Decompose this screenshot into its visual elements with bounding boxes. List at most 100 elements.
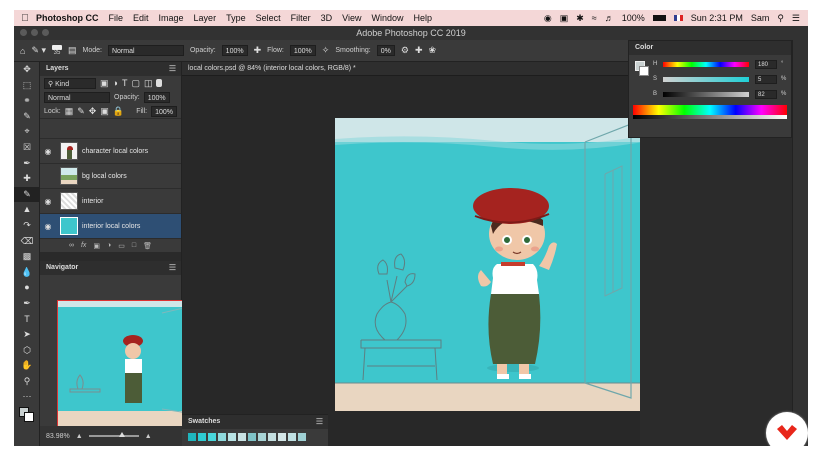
navigator-zoom-value[interactable]: 83.98% [46, 433, 70, 440]
zoom-tool-icon[interactable]: ⚲ [14, 374, 40, 390]
gradient-tool-icon[interactable]: ▩ [14, 249, 40, 265]
path-select-tool-icon[interactable]: ➤ [14, 327, 40, 343]
panel-menu-icon[interactable]: ☰ [316, 415, 323, 429]
zoom-in-icon[interactable]: ▲ [145, 433, 152, 440]
brush-settings-icon[interactable]: ▤ [68, 45, 77, 56]
swatch-color[interactable] [278, 433, 286, 441]
color-ramp-black-white[interactable] [633, 115, 787, 119]
visibility-eye-icon[interactable]: ◉ [40, 147, 56, 156]
canvas-area[interactable] [182, 76, 640, 446]
filter-type-icon[interactable]: T [122, 78, 128, 88]
panel-menu-icon[interactable]: ☰ [169, 62, 176, 76]
airbrush-icon[interactable]: ✧ [322, 45, 330, 56]
flow-input[interactable]: 100% [289, 45, 316, 56]
pressure-opacity-icon[interactable]: ✚ [254, 45, 262, 56]
menu-select[interactable]: Select [256, 13, 281, 23]
menu-view[interactable]: View [342, 13, 361, 23]
filter-smart-object-icon[interactable]: ◫ [144, 78, 153, 89]
smoothing-options-gear-icon[interactable]: ⚙ [401, 45, 409, 56]
app-name-menu[interactable]: Photoshop CC [36, 13, 99, 23]
hand-tool-icon[interactable]: ✋ [14, 358, 40, 374]
smoothing-input[interactable]: 0% [376, 45, 395, 56]
layer-opacity-input[interactable]: 100% [143, 91, 170, 103]
layer-row-interior-local-colors[interactable]: ◉ interior local colors [40, 213, 181, 238]
shape-tool-icon[interactable]: ⬡ [14, 343, 40, 359]
user-name[interactable]: Sam [751, 13, 770, 23]
menu-edit[interactable]: Edit [133, 13, 149, 23]
new-group-icon[interactable]: ▭ [118, 242, 125, 250]
lock-all-icon[interactable]: 🔒 [113, 106, 124, 117]
display-icon[interactable]: ▣ [560, 13, 569, 24]
filter-kind-select[interactable]: ⚲ Kind [44, 77, 96, 89]
swatch-color[interactable] [218, 433, 226, 441]
swatch-color[interactable] [258, 433, 266, 441]
delete-layer-icon[interactable]: 🗑 [143, 242, 152, 250]
color-background-swatch[interactable] [639, 66, 649, 76]
swatch-color[interactable] [268, 433, 276, 441]
lasso-tool-icon[interactable]: ⚭ [14, 93, 40, 109]
menu-window[interactable]: Window [371, 13, 403, 23]
frame-tool-icon[interactable]: ☒ [14, 140, 40, 156]
visibility-eye-icon[interactable]: ◉ [40, 222, 56, 231]
menu-file[interactable]: File [109, 13, 124, 23]
bluetooth-icon[interactable]: ✱ [576, 13, 584, 24]
swatch-color[interactable] [208, 433, 216, 441]
navigator-preview[interactable] [57, 300, 193, 428]
layer-row-character[interactable]: ◉ character local colors [40, 138, 181, 163]
color-panel-tab[interactable]: Color [629, 41, 791, 55]
navigator-panel-tab[interactable]: Navigator ☰ [40, 261, 181, 275]
move-tool-icon[interactable]: ✥ [14, 62, 40, 78]
clone-stamp-tool-icon[interactable]: ▲ [14, 202, 40, 218]
artwork-canvas[interactable] [335, 118, 640, 411]
layers-panel-tab[interactable]: Layers ☰ [40, 62, 181, 76]
swatch-color[interactable] [288, 433, 296, 441]
hue-slider[interactable] [663, 62, 749, 67]
swatches-panel-tab[interactable]: Swatches ☰ [182, 415, 328, 429]
pressure-size-icon[interactable]: ✚ [415, 45, 423, 56]
color-swatches-tool[interactable] [14, 405, 40, 425]
menu-help[interactable]: Help [413, 13, 432, 23]
dodge-tool-icon[interactable]: ● [14, 280, 40, 296]
hue-input[interactable]: 180 [755, 60, 777, 69]
brightness-slider[interactable] [663, 92, 749, 97]
zoom-out-icon[interactable]: ▲ [76, 433, 83, 440]
document-tab[interactable]: local colors.psd @ 84% (interior local c… [182, 62, 640, 76]
menu-3d[interactable]: 3D [321, 13, 333, 23]
background-color[interactable] [24, 412, 34, 423]
brightness-input[interactable]: 82 [755, 90, 777, 99]
eraser-tool-icon[interactable]: ⌫ [14, 234, 40, 250]
marquee-tool-icon[interactable]: ⬚ [14, 78, 40, 94]
filter-shape-icon[interactable]: ▢ [131, 78, 140, 89]
clock[interactable]: Sun 2:31 PM [691, 13, 743, 23]
swatch-color[interactable] [248, 433, 256, 441]
pen-tool-icon[interactable]: ✒ [14, 296, 40, 312]
close-window-button[interactable] [20, 29, 27, 36]
flag-icon[interactable] [673, 15, 683, 21]
eyedropper-tool-icon[interactable]: ✒ [14, 156, 40, 172]
blend-mode-select[interactable]: Normal [44, 91, 110, 103]
panel-menu-icon[interactable]: ☰ [169, 261, 176, 275]
healing-brush-tool-icon[interactable]: ✚ [14, 171, 40, 187]
brush-tool-icon[interactable]: ✎ [14, 186, 40, 203]
zoom-window-button[interactable] [42, 29, 49, 36]
swatch-color[interactable] [198, 433, 206, 441]
wifi-icon[interactable]: ≈ [592, 13, 597, 23]
volume-icon[interactable]: ♬ [605, 13, 614, 23]
lock-position-icon[interactable]: ✥ [89, 106, 97, 117]
menu-layer[interactable]: Layer [194, 13, 217, 23]
filter-pixel-icon[interactable]: ▣ [100, 78, 109, 89]
layer-row-bg[interactable]: bg local colors [40, 163, 181, 188]
quick-select-tool-icon[interactable]: ✎ [14, 109, 40, 125]
minimize-window-button[interactable] [31, 29, 38, 36]
history-brush-tool-icon[interactable]: ↷ [14, 218, 40, 234]
swatch-color[interactable] [238, 433, 246, 441]
filter-adjustment-icon[interactable]: ◑ [113, 78, 118, 88]
crop-tool-icon[interactable]: ⌖ [14, 124, 40, 140]
record-icon[interactable]: ◉ [544, 13, 552, 24]
mode-select[interactable]: Normal [107, 45, 184, 56]
layer-style-icon[interactable]: fx [81, 242, 86, 249]
apple-icon[interactable]:  [14, 13, 36, 24]
battery-icon[interactable] [652, 15, 666, 21]
saturation-input[interactable]: 5 [755, 75, 777, 84]
swatch-color[interactable] [298, 433, 306, 441]
